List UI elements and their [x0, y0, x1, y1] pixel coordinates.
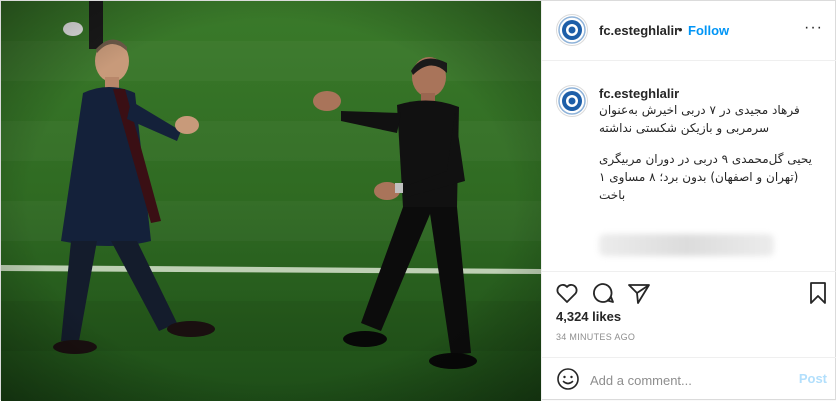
- follow-button[interactable]: Follow: [688, 23, 729, 38]
- heart-icon[interactable]: [554, 280, 580, 306]
- separator-dot: •: [678, 22, 683, 37]
- share-icon[interactable]: [626, 280, 652, 306]
- blurred-comment: [599, 234, 774, 256]
- comments-section: fc.esteghlalir فرهاد مجیدی در ۷ دربی اخی…: [542, 61, 836, 271]
- instagram-post: fc.esteghlalir • Follow ··· fc.esteghlal…: [0, 0, 836, 401]
- post-photo[interactable]: [1, 1, 541, 401]
- caption-username[interactable]: fc.esteghlalir: [599, 86, 679, 101]
- post-caption: فرهاد مجیدی در ۷ دربی اخیرش به‌عنوان سرم…: [599, 101, 823, 217]
- add-comment-bar: Post: [542, 357, 836, 401]
- post-header: fc.esteghlalir • Follow ···: [542, 1, 836, 61]
- comment-icon[interactable]: [590, 280, 616, 306]
- football-pitch-photo: [1, 1, 541, 401]
- more-options-icon[interactable]: ···: [804, 19, 823, 37]
- post-timestamp[interactable]: 34 MINUTES AGO: [556, 332, 635, 342]
- bookmark-icon[interactable]: [805, 280, 831, 306]
- post-comment-button[interactable]: Post: [799, 371, 827, 386]
- likes-count[interactable]: 4,324 likes: [556, 309, 621, 324]
- post-sidebar: fc.esteghlalir • Follow ··· fc.esteghlal…: [541, 1, 836, 401]
- emoji-icon[interactable]: [556, 367, 580, 391]
- action-bar: 4,324 likes 34 MINUTES AGO: [542, 271, 836, 361]
- caption-paragraph: یحیی گل‌محمدی ۹ دربی در دوران مربیگری (ت…: [599, 152, 813, 202]
- comment-input[interactable]: [590, 370, 780, 390]
- esteghlal-logo-icon[interactable]: [556, 14, 588, 46]
- caption-paragraph: فرهاد مجیدی در ۷ دربی اخیرش به‌عنوان سرم…: [599, 103, 800, 135]
- esteghlal-logo-icon[interactable]: [556, 85, 588, 117]
- account-username[interactable]: fc.esteghlalir: [599, 23, 679, 38]
